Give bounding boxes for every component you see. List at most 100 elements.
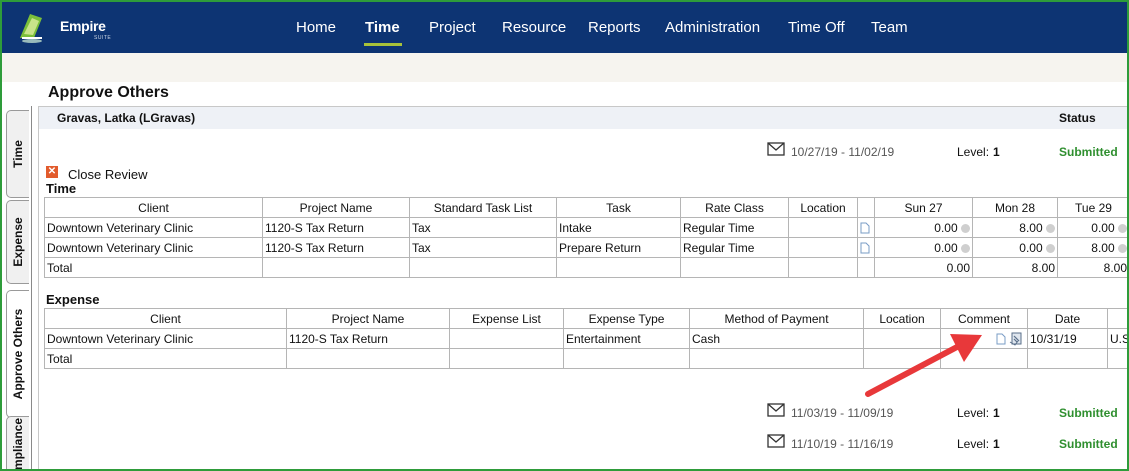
side-tabs: Time Expense Approve Others Compliance bbox=[2, 106, 32, 471]
cell-expense-list bbox=[449, 328, 564, 349]
mail-icon[interactable] bbox=[767, 142, 785, 156]
side-tab-compliance[interactable]: Compliance bbox=[6, 416, 29, 471]
period-range[interactable]: 10/27/19 - 11/02/19 bbox=[791, 145, 894, 159]
period-status: Submitted bbox=[1059, 406, 1118, 420]
period-range[interactable]: 11/03/19 - 11/09/19 bbox=[791, 406, 893, 420]
employee-header-bar bbox=[39, 107, 1127, 129]
mail-icon[interactable] bbox=[767, 434, 785, 448]
total-tue: 8.00 bbox=[1057, 257, 1127, 278]
col-sun: Sun 27 bbox=[874, 197, 973, 218]
col-project-name: Project Name bbox=[262, 197, 410, 218]
col-task: Task bbox=[556, 197, 681, 218]
hours-value: 0.00 bbox=[1091, 220, 1115, 235]
nav-administration[interactable]: Administration bbox=[665, 19, 760, 36]
nav-project[interactable]: Project bbox=[429, 19, 476, 36]
cell-std-task: Tax bbox=[409, 217, 557, 238]
employee-name[interactable]: Gravas, Latka (LGravas) bbox=[57, 111, 195, 125]
document-icon[interactable] bbox=[860, 242, 870, 254]
cell-task: Intake bbox=[556, 217, 681, 238]
cell-client: Downtown Veterinary Clinic bbox=[44, 217, 263, 238]
close-review-label: Close Review bbox=[68, 167, 148, 182]
total-label: Total bbox=[44, 257, 263, 278]
period-level: Level: 1 bbox=[957, 406, 1000, 420]
col-tue: Tue 29 bbox=[1057, 197, 1127, 218]
col-standard-task-list: Standard Task List bbox=[409, 197, 557, 218]
cell-hours: 0.00 bbox=[1057, 217, 1127, 238]
level-value: 1 bbox=[993, 145, 1000, 159]
total-mon: 8.00 bbox=[972, 257, 1058, 278]
cell-location bbox=[788, 237, 858, 258]
table-row: Downtown Veterinary Clinic 1120-S Tax Re… bbox=[44, 237, 1127, 258]
nav-home[interactable]: Home bbox=[296, 19, 336, 36]
comment-document-icon[interactable] bbox=[996, 333, 1006, 345]
hours-value: 8.00 bbox=[1091, 240, 1115, 255]
period-range[interactable]: 11/10/19 - 11/16/19 bbox=[791, 437, 893, 451]
nav-resource[interactable]: Resource bbox=[502, 19, 566, 36]
top-nav-bar: Empire SUITE Home Time Project Resource … bbox=[2, 2, 1127, 53]
table-row: Downtown Veterinary Clinic 1120-S Tax Re… bbox=[44, 328, 1127, 349]
nav-reports[interactable]: Reports bbox=[588, 19, 641, 36]
cell-payment: Cash bbox=[689, 328, 864, 349]
level-label: Level: bbox=[957, 437, 990, 451]
total-row: Total 0.00 8.00 8.00 bbox=[44, 257, 1127, 278]
nav-time-off[interactable]: Time Off bbox=[788, 19, 845, 36]
expense-table: Client Project Name Expense List Expense… bbox=[44, 308, 1127, 369]
close-icon: ✕ bbox=[46, 166, 58, 178]
cell-project: 1120-S Tax Return bbox=[286, 328, 450, 349]
cell-hours: 8.00 bbox=[1057, 237, 1127, 258]
status-dot-icon bbox=[1046, 243, 1055, 253]
col-note bbox=[857, 197, 875, 218]
tab-divider bbox=[31, 106, 32, 469]
status-header: Status bbox=[1059, 111, 1096, 125]
col-rate-class: Rate Class bbox=[680, 197, 789, 218]
level-value: 1 bbox=[993, 437, 1000, 451]
col-date: Date bbox=[1027, 308, 1108, 329]
col-client: Client bbox=[44, 308, 287, 329]
note-cell bbox=[857, 217, 875, 238]
side-tab-compliance-label: Compliance bbox=[11, 417, 25, 471]
period-level: Level: 1 bbox=[957, 437, 1000, 451]
side-tab-time[interactable]: Time bbox=[6, 110, 29, 198]
col-currency bbox=[1107, 308, 1127, 329]
cell-location bbox=[788, 217, 858, 238]
time-section-title: Time bbox=[46, 181, 77, 196]
col-client: Client bbox=[44, 197, 263, 218]
cell-client: Downtown Veterinary Clinic bbox=[44, 328, 287, 349]
cell-std-task: Tax bbox=[409, 237, 557, 258]
active-nav-indicator bbox=[364, 43, 402, 46]
period-row: 10/27/19 - 11/02/19 Level: 1 Submitted bbox=[767, 142, 1127, 160]
cell-comment bbox=[940, 328, 1028, 349]
cell-date: 10/31/19 bbox=[1027, 328, 1108, 349]
col-comment: Comment bbox=[940, 308, 1028, 329]
nav-time[interactable]: Time bbox=[365, 19, 400, 36]
status-dot-icon bbox=[1046, 223, 1055, 233]
period-level: Level: 1 bbox=[957, 145, 1000, 159]
col-project-name: Project Name bbox=[286, 308, 450, 329]
mail-icon[interactable] bbox=[767, 403, 785, 417]
attachment-icon[interactable] bbox=[1009, 332, 1025, 346]
status-dot-icon bbox=[961, 223, 970, 233]
document-icon[interactable] bbox=[860, 222, 870, 234]
cell-task: Prepare Return bbox=[556, 237, 681, 258]
period-status: Submitted bbox=[1059, 437, 1118, 451]
cell-hours: 0.00 bbox=[874, 237, 973, 258]
status-dot-icon bbox=[961, 243, 970, 253]
side-tab-expense[interactable]: Expense bbox=[6, 200, 29, 284]
time-table: Client Project Name Standard Task List T… bbox=[44, 197, 1127, 278]
brand-name: Empire bbox=[60, 18, 106, 34]
nav-team[interactable]: Team bbox=[871, 19, 908, 36]
side-tab-time-label: Time bbox=[11, 140, 25, 168]
side-tab-approve-others[interactable]: Approve Others bbox=[6, 290, 29, 418]
col-expense-type: Expense Type bbox=[563, 308, 690, 329]
level-value: 1 bbox=[993, 406, 1000, 420]
col-location: Location bbox=[863, 308, 941, 329]
hours-value: 8.00 bbox=[1019, 220, 1043, 235]
status-dot-icon bbox=[1118, 223, 1127, 233]
period-status: Submitted bbox=[1059, 145, 1118, 159]
cell-hours: 0.00 bbox=[972, 237, 1058, 258]
subheader-band bbox=[2, 53, 1127, 82]
period-row: 11/03/19 - 11/09/19 Level: 1 Submitted bbox=[767, 403, 1127, 421]
cell-project: 1120-S Tax Return bbox=[262, 237, 410, 258]
empire-logo[interactable]: Empire SUITE bbox=[12, 8, 112, 48]
table-row: Downtown Veterinary Clinic 1120-S Tax Re… bbox=[44, 217, 1127, 238]
